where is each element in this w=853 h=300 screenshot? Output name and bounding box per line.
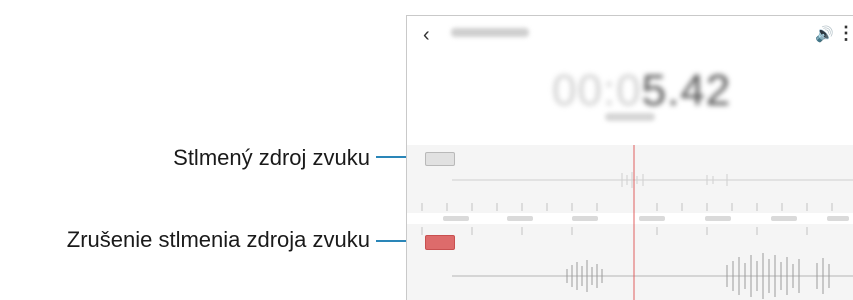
speaker-icon[interactable]: 🔊: [815, 25, 834, 43]
timer-dim-part: 00:0: [552, 66, 642, 115]
more-options-icon[interactable]: ⋮: [837, 23, 853, 44]
recording-subtitle-blurred: [605, 113, 655, 121]
voice-recorder-screen: ‹ 🔊 ⋮ 00:05.42: [406, 15, 853, 300]
unmute-source-button[interactable]: [425, 235, 455, 250]
callout-unmute-source: Zrušenie stlmenia zdroja zvuku: [66, 227, 370, 252]
callout-muted-source: Stlmený zdroj zvuku: [173, 145, 370, 170]
back-icon[interactable]: ‹: [423, 24, 430, 47]
waveform-tracks: [407, 145, 853, 300]
waveform-graphic: [407, 145, 853, 300]
timer-bold-part: 5.42: [641, 66, 732, 115]
recording-title-blurred: [451, 28, 529, 37]
playback-timer: 00:05.42: [552, 66, 731, 116]
manual-figure: Stlmený zdroj zvuku Zrušenie stlmenia zd…: [0, 0, 853, 300]
muted-source-button[interactable]: [425, 152, 455, 166]
time-ruler: [421, 203, 833, 211]
